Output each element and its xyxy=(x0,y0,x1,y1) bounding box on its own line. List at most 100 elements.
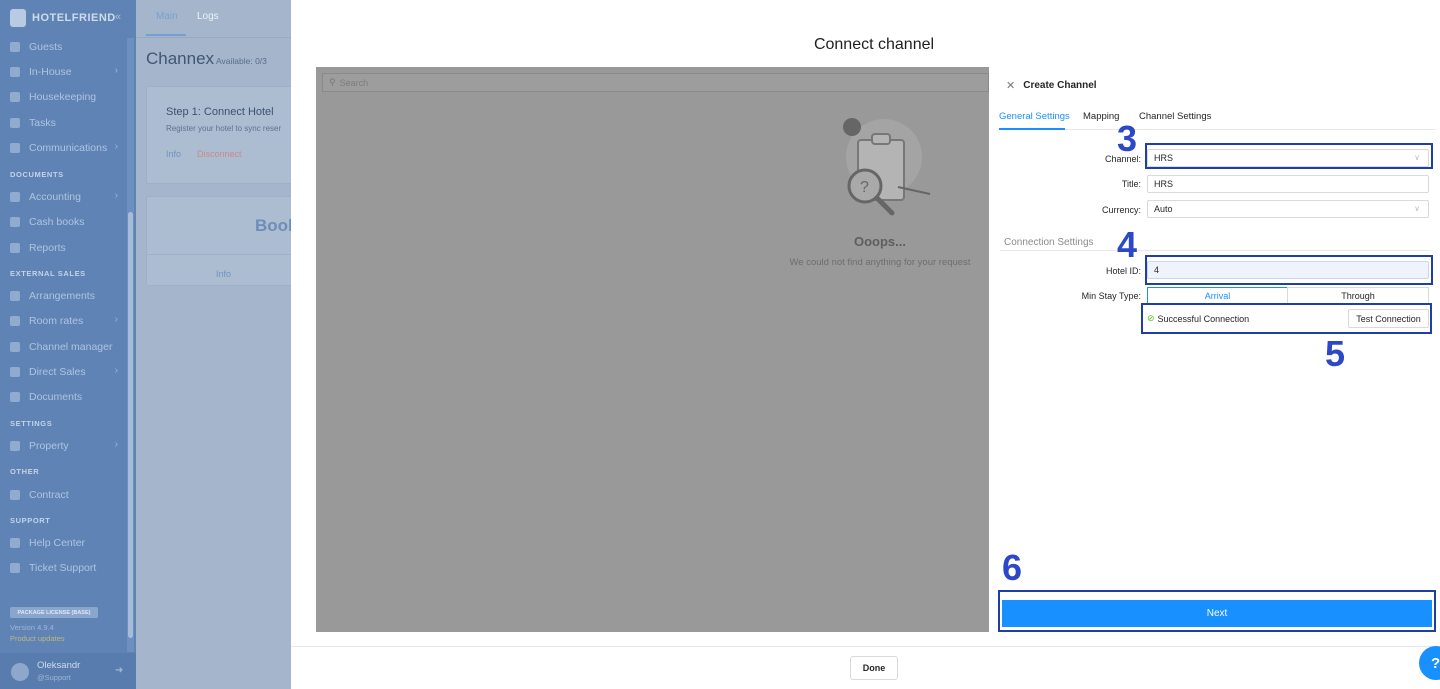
sidebar-scrollbar-thumb[interactable] xyxy=(128,212,133,638)
gear-icon xyxy=(10,441,20,451)
broom-icon xyxy=(10,92,20,102)
main-content-dimmed: Main Logs Channex Available: 0/3 Step 1:… xyxy=(136,0,298,689)
hotel-logo-icon xyxy=(10,9,26,27)
empty-state-subtitle: We could not find anything for your requ… xyxy=(789,257,971,268)
version-text: Version 4.9.4 xyxy=(10,623,54,632)
tab-channel-settings[interactable]: Channel Settings xyxy=(1139,111,1211,122)
currency-select[interactable]: Auto ∨ xyxy=(1147,200,1429,218)
sidebar-item-reports[interactable]: Reports xyxy=(10,240,122,256)
sidebar-item-property[interactable]: Property › xyxy=(10,438,122,454)
connection-settings-heading: Connection Settings xyxy=(1004,237,1094,248)
wrench-icon xyxy=(10,118,20,128)
sidebar-item-contract[interactable]: Contract xyxy=(10,487,122,503)
folder-icon xyxy=(10,392,20,402)
chevron-down-icon: ∨ xyxy=(1414,204,1420,213)
tab-general-settings[interactable]: General Settings xyxy=(999,111,1070,122)
section-other: OTHER xyxy=(10,467,40,476)
section-support: SUPPORT xyxy=(10,516,51,525)
divider xyxy=(147,254,292,255)
svg-text:?: ? xyxy=(860,179,869,196)
sidebar-item-help-center[interactable]: Help Center xyxy=(10,535,122,551)
title-input[interactable]: HRS xyxy=(1147,175,1429,193)
step-number-4: 4 xyxy=(1117,224,1138,265)
sidebar-item-accounting[interactable]: Accounting › xyxy=(10,189,122,205)
next-button[interactable]: Next xyxy=(1002,600,1432,627)
step-number-3: 3 xyxy=(1117,118,1138,159)
page-title: Channex xyxy=(146,49,215,68)
sidebar-item-housekeeping[interactable]: Housekeeping xyxy=(10,89,122,105)
chat-icon xyxy=(10,143,20,153)
chevron-right-icon: › xyxy=(114,314,118,325)
bed-icon xyxy=(10,67,20,77)
sidebar-item-arrangements[interactable]: Arrangements xyxy=(10,288,122,304)
done-button[interactable]: Done xyxy=(850,656,898,680)
sidebar-item-ticket-support[interactable]: Ticket Support xyxy=(10,560,122,576)
step-number-6: 6 xyxy=(1002,547,1023,588)
help-icon xyxy=(10,538,20,548)
logout-icon[interactable]: ➜ xyxy=(115,665,123,676)
test-connection-button[interactable]: Test Connection xyxy=(1348,309,1429,328)
hotel-id-label: Hotel ID: xyxy=(1105,266,1141,276)
product-updates-link[interactable]: Product updates xyxy=(10,634,65,643)
book-icon xyxy=(10,217,20,227)
close-icon[interactable]: ✕ xyxy=(1006,79,1015,92)
chevron-right-icon: › xyxy=(114,141,118,152)
modal-title: Connect channel xyxy=(813,36,935,53)
tab-main[interactable]: Main xyxy=(156,11,178,22)
person-icon xyxy=(10,42,20,52)
min-stay-through-option[interactable]: Through xyxy=(1287,287,1429,304)
step-number-5: 5 xyxy=(1325,333,1346,374)
report-icon xyxy=(10,243,20,253)
avatar xyxy=(11,663,29,681)
availability-text: Available: 0/3 xyxy=(216,56,267,66)
sidebar-item-documents[interactable]: Documents xyxy=(10,389,122,405)
hotel-id-input[interactable]: 4 xyxy=(1147,261,1429,279)
info-link-2[interactable]: Info xyxy=(216,269,231,279)
search-icon: ⚲ xyxy=(329,77,336,87)
chevron-right-icon: › xyxy=(114,190,118,201)
section-settings: SETTINGS xyxy=(10,419,53,428)
check-circle-icon: ⊘ xyxy=(1147,313,1155,323)
sidebar-item-cash-books[interactable]: Cash books xyxy=(10,214,122,230)
sidebar-item-direct-sales[interactable]: Direct Sales › xyxy=(10,364,122,380)
sidebar: HOTELFRIEND « Guests In-House › Housekeep… xyxy=(0,0,136,689)
section-divider xyxy=(1000,250,1430,251)
chevron-right-icon: › xyxy=(114,65,118,76)
booking-card: Book Info xyxy=(146,196,298,286)
main-tabs: Main Logs xyxy=(136,0,291,38)
disconnect-link[interactable]: Disconnect xyxy=(197,149,242,159)
sidebar-item-channel-manager[interactable]: Channel manager xyxy=(10,339,122,355)
search-input[interactable]: ⚲ Search xyxy=(322,73,989,92)
step1-description: Register your hotel to sync reser xyxy=(166,124,282,133)
tab-mapping[interactable]: Mapping xyxy=(1083,111,1119,122)
user-menu[interactable]: Oleksandr @Support ➜ xyxy=(0,653,136,689)
channel-select[interactable]: HRS ∨ xyxy=(1147,149,1429,167)
step1-title: Step 1: Connect Hotel xyxy=(166,106,274,118)
empty-state-illustration-icon: ? xyxy=(843,118,931,216)
sidebar-item-tasks[interactable]: Tasks xyxy=(10,115,122,131)
sidebar-item-room-rates[interactable]: Room rates › xyxy=(10,313,122,329)
footer-divider xyxy=(291,646,1440,647)
chart-icon xyxy=(10,316,20,326)
monitor-icon xyxy=(10,367,20,377)
sidebar-item-guests[interactable]: Guests xyxy=(10,39,122,55)
collapse-icon[interactable]: « xyxy=(115,11,121,23)
sidebar-item-communications[interactable]: Communications › xyxy=(10,140,122,156)
sidebar-item-in-house[interactable]: In-House › xyxy=(10,64,122,80)
chevron-down-icon: ∨ xyxy=(1414,153,1420,162)
empty-state-title: Ooops... xyxy=(854,234,906,249)
tag-icon xyxy=(10,291,20,301)
network-icon xyxy=(10,342,20,352)
min-stay-arrival-option[interactable]: Arrival xyxy=(1147,287,1288,304)
title-label: Title: xyxy=(1121,179,1141,189)
user-role: @Support xyxy=(37,673,71,682)
step1-card: Step 1: Connect Hotel Register your hote… xyxy=(146,86,291,184)
user-name: Oleksandr xyxy=(37,660,81,671)
section-external-sales: EXTERNAL SALES xyxy=(10,269,86,278)
chevron-right-icon: › xyxy=(114,365,118,376)
info-link[interactable]: Info xyxy=(166,149,181,159)
chevron-right-icon: › xyxy=(114,439,118,450)
currency-label: Currency: xyxy=(1101,205,1141,215)
calculator-icon xyxy=(10,192,20,202)
tab-logs[interactable]: Logs xyxy=(197,11,219,22)
